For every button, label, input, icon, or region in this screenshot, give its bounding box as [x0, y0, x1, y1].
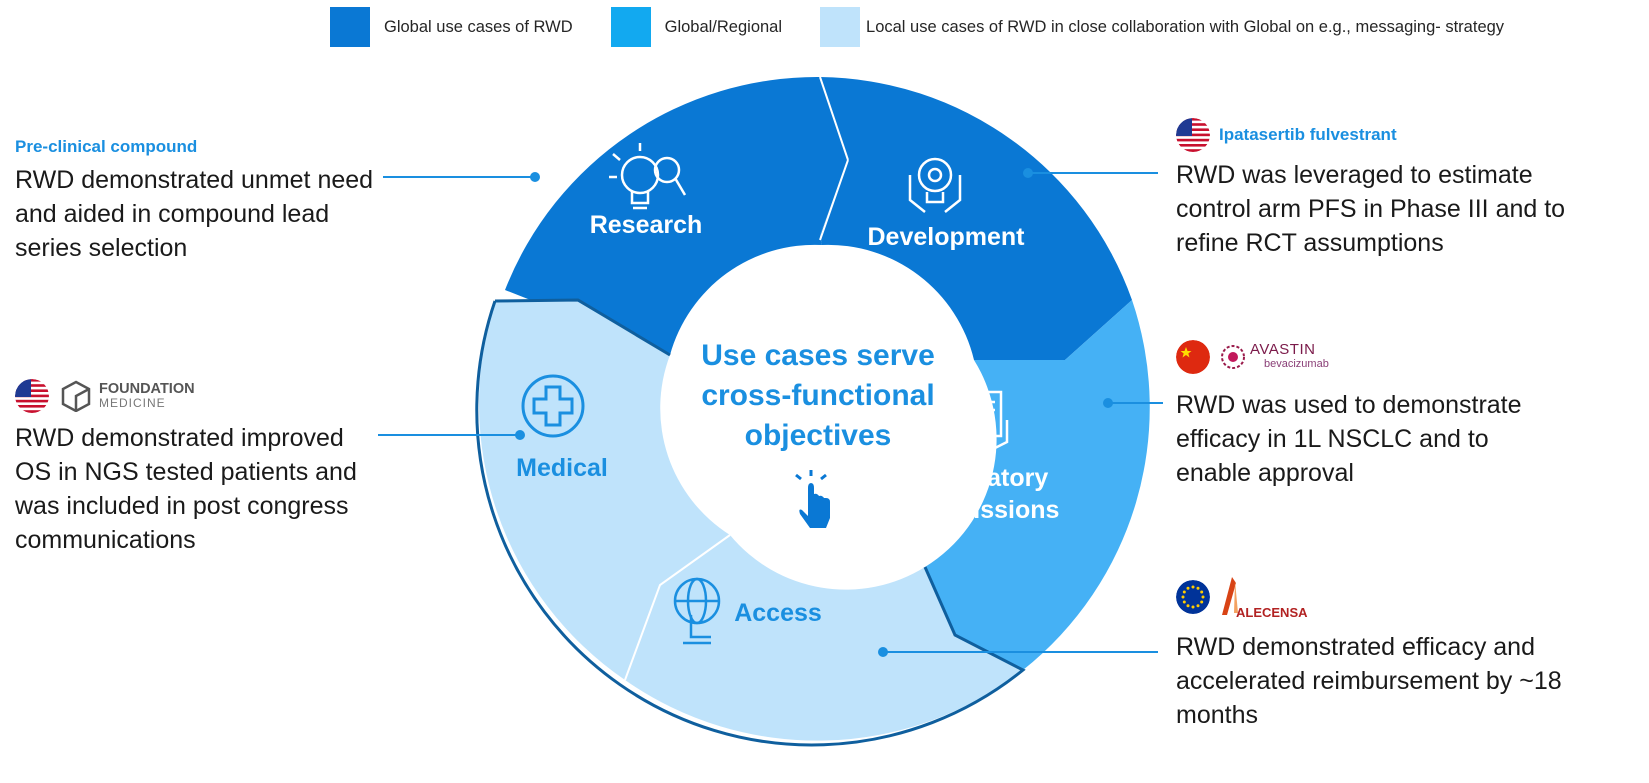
china-flag-icon: [1176, 340, 1210, 374]
eu-flag-icon: [1176, 580, 1210, 614]
avastin-logo-line1: AVASTIN: [1250, 341, 1316, 358]
avastin-logo-line2: bevacizumab: [1264, 358, 1329, 370]
callout-preclinical-title: Pre-clinical compound: [15, 137, 198, 156]
callout-foundation-text: RWD demonstrated improved OS in NGS test…: [15, 424, 357, 554]
foundation-logo-mark-icon: [61, 380, 91, 412]
foundation-logo-text: FOUNDATION MEDICINE: [99, 382, 195, 410]
callout-ipatasertib-title: Ipatasertib fulvestrant: [1219, 125, 1397, 144]
us-flag-icon: [15, 379, 49, 413]
callout-alecensa: ALECENSA RWD demonstrated efficacy and a…: [1176, 572, 1576, 732]
center-line-3: objectives: [745, 419, 892, 452]
avastin-logo-icon: [1221, 345, 1245, 369]
segment-label-research: Research: [590, 211, 703, 239]
callout-preclinical: Pre-clinical compound RWD demonstrated u…: [15, 137, 375, 265]
callout-foundation: FOUNDATION MEDICINE RWD demonstrated imp…: [15, 377, 385, 557]
connector-preclinical: [383, 172, 540, 182]
callout-ipatasertib-head: Ipatasertib fulvestrant: [1176, 116, 1576, 154]
alecensa-logo-text: ALECENSA: [1236, 605, 1308, 620]
callout-ipatasertib-text: RWD was leveraged to estimate control ar…: [1176, 161, 1566, 257]
segment-label-development: Development: [868, 223, 1026, 251]
callout-avastin: AVASTIN bevacizumab RWD was used to demo…: [1176, 338, 1566, 490]
callout-foundation-head: FOUNDATION MEDICINE: [15, 377, 385, 415]
foundation-logo-line1: FOUNDATION: [99, 381, 195, 397]
callout-alecensa-head: ALECENSA: [1176, 572, 1576, 622]
segment-label-medical: Medical: [516, 454, 608, 482]
segment-label-regulatory-line1: Regulatory: [918, 464, 1049, 492]
callout-preclinical-text: RWD demonstrated unmet need and aided in…: [15, 166, 374, 262]
segment-label-access: Access: [734, 599, 822, 627]
center-line-2: cross-functional: [701, 379, 934, 412]
foundation-logo-line2: MEDICINE: [99, 396, 166, 410]
callout-avastin-head: AVASTIN bevacizumab: [1176, 338, 1566, 376]
avastin-logo-text: AVASTIN bevacizumab: [1250, 342, 1329, 372]
us-flag-icon: [1176, 118, 1210, 152]
segment-label-regulatory-line2: submissions: [907, 496, 1060, 524]
callout-alecensa-text: RWD demonstrated efficacy and accelerate…: [1176, 633, 1562, 729]
center-line-1: Use cases serve: [701, 339, 935, 372]
callout-avastin-text: RWD was used to demonstrate efficacy in …: [1176, 391, 1522, 487]
callout-ipatasertib: Ipatasertib fulvestrant RWD was leverage…: [1176, 116, 1576, 260]
